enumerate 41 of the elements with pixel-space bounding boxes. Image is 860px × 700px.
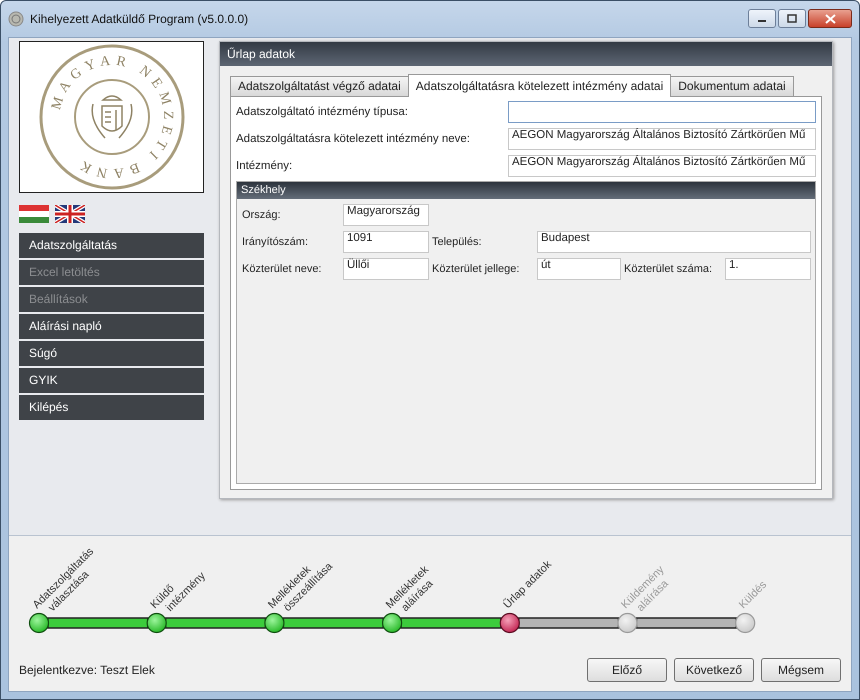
menu-item[interactable]: GYIK: [19, 368, 204, 393]
maximize-icon: [787, 14, 797, 23]
maximize-button[interactable]: [778, 9, 806, 28]
field-label: Adatszolgáltató intézmény típusa:: [236, 106, 408, 118]
input-field[interactable]: [508, 101, 816, 123]
field-label: Település:: [431, 236, 483, 248]
input-field[interactable]: út: [537, 258, 621, 280]
menu-item[interactable]: Adatszolgáltatás: [19, 233, 204, 258]
tab[interactable]: Dokumentum adatai: [670, 76, 794, 96]
field-label: Közterület jellege:: [431, 263, 520, 275]
field-label: Irányítószám:: [241, 236, 310, 248]
nav-button[interactable]: Mégsem: [761, 658, 841, 682]
input-field[interactable]: 1091: [343, 231, 429, 253]
menu-item[interactable]: Kilépés: [19, 395, 204, 420]
tab[interactable]: Adatszolgáltatást végző adatai: [230, 76, 409, 96]
close-icon: [824, 14, 836, 24]
coin-icon: [8, 11, 24, 27]
logged-in-user: Bejelentkezve: Teszt Elek: [19, 662, 155, 676]
minimize-button[interactable]: [748, 9, 776, 28]
field-label: Adatszolgáltatásra kötelezett intézmény neve:: [236, 133, 470, 145]
group-header: Székhely: [237, 182, 815, 199]
input-field[interactable]: Magyarország: [343, 204, 429, 226]
close-button[interactable]: [808, 9, 852, 28]
nav-button[interactable]: Következő: [674, 658, 754, 682]
input-field[interactable]: 1.: [725, 258, 811, 280]
window-title: Kihelyezett Adatküldő Program (v5.0.0.0): [30, 12, 250, 26]
nav-button[interactable]: Előző: [587, 658, 667, 682]
input-field[interactable]: AEGON Magyarország Általános Biztosító Zártkörűen Mű: [508, 128, 816, 150]
hungarian-flag-icon[interactable]: [19, 205, 49, 223]
input-field[interactable]: AEGON Magyarország Általános Biztosító Zártkörűen Mű: [508, 155, 816, 177]
british-flag-icon[interactable]: [55, 205, 85, 223]
field-label: Közterület száma:: [623, 263, 714, 275]
field-label: Közterület neve:: [241, 263, 322, 275]
field-label: Intézmény:: [236, 160, 292, 172]
input-field[interactable]: Üllői: [343, 258, 429, 280]
menu-item[interactable]: Aláírási napló: [19, 314, 204, 339]
menu-item[interactable]: Súgó: [19, 341, 204, 366]
input-field[interactable]: Budapest: [537, 231, 811, 253]
panel-header: Űrlap adatok: [220, 42, 832, 66]
field-label: Ország:: [241, 209, 282, 221]
tab[interactable]: Adatszolgáltatásra kötelezett intézmény adatai: [408, 74, 672, 97]
